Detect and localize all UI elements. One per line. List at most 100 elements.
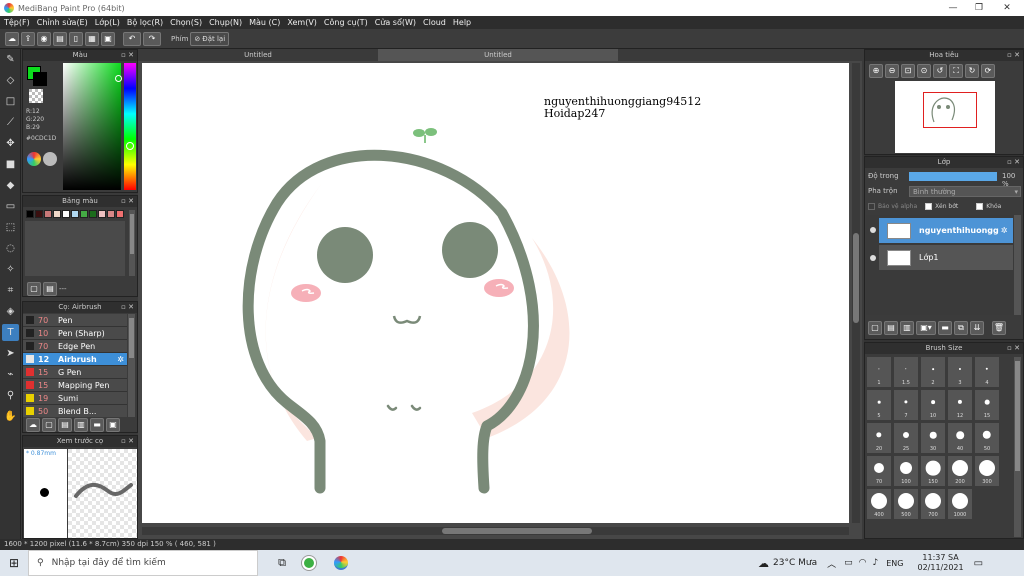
app-icon-1[interactable] <box>302 556 316 570</box>
add-layer-menu-icon[interactable]: ▣▾ <box>916 321 936 335</box>
fill-rect-tool-icon[interactable]: ■ <box>2 156 19 173</box>
brush-size-cell[interactable]: 70 <box>867 456 891 486</box>
menu-help[interactable]: Help <box>453 18 471 27</box>
brush-size-cell[interactable]: 30 <box>921 423 945 453</box>
brush-item[interactable]: 15 G Pen <box>23 366 127 379</box>
rotate-left-icon[interactable]: ↺ <box>933 64 947 78</box>
zoom-in-icon[interactable]: ⊕ <box>869 64 883 78</box>
reset-view-icon[interactable]: ⟳ <box>981 64 995 78</box>
brush-size-cell[interactable]: 200 <box>948 456 972 486</box>
document-icon[interactable]: ▯ <box>69 31 83 46</box>
layer-visibility-icon[interactable] <box>870 255 876 261</box>
brush-size-cell[interactable]: 10 <box>921 390 945 420</box>
delete-layer-icon[interactable]: 🗑 <box>992 321 1006 335</box>
close-icon[interactable]: ▫ ✕ <box>1007 157 1020 168</box>
medibang-taskbar-icon[interactable] <box>334 556 348 570</box>
tab-untitled-1[interactable]: Untitled <box>138 49 378 61</box>
background-color-swatch[interactable] <box>33 72 47 86</box>
brush-size-cell[interactable]: 700 <box>921 489 945 519</box>
chevron-up-icon[interactable]: ︿ <box>827 557 836 570</box>
gear-icon[interactable]: ✲ <box>117 355 124 364</box>
divide-tool-icon[interactable]: ⌁ <box>2 366 19 383</box>
windows-start-icon[interactable]: ⊞ <box>0 556 28 570</box>
saturation-value-picker[interactable] <box>63 63 121 190</box>
brush-folder-icon[interactable]: ▬ <box>90 418 104 432</box>
drawing-canvas[interactable]: nguyenthihuonggiang94512 Hoidap247 <box>142 63 849 523</box>
brush-item[interactable]: 12 Airbrush ✲ <box>23 353 127 366</box>
grid-icon[interactable]: ▦ <box>85 31 99 46</box>
color-swatch[interactable] <box>71 210 79 218</box>
close-icon[interactable]: ▫ ✕ <box>121 302 134 313</box>
brush-size-cell[interactable]: 12 <box>948 390 972 420</box>
menu-color[interactable]: Màu (C) <box>249 18 280 27</box>
brush-item[interactable]: 15 Mapping Pen <box>23 379 127 392</box>
color-swatch[interactable] <box>89 210 97 218</box>
color-swatch[interactable] <box>26 210 34 218</box>
menu-view[interactable]: Xem(V) <box>287 18 317 27</box>
network-icon[interactable]: ◠ <box>859 558 867 568</box>
undo-icon[interactable]: ↶ <box>123 31 141 46</box>
color-swatch[interactable] <box>53 210 61 218</box>
color-swatch[interactable] <box>107 210 115 218</box>
lock-checkbox[interactable] <box>976 203 984 210</box>
brush-size-cell[interactable]: 15 <box>975 390 999 420</box>
navigator-thumbnail[interactable] <box>895 81 995 153</box>
reset-button[interactable]: ⊘ Đặt lại <box>190 31 230 46</box>
brush-item[interactable]: 70 Edge Pen <box>23 340 127 353</box>
shape-tool-icon[interactable]: □ <box>2 93 19 110</box>
vertical-scrollbar[interactable] <box>852 63 860 523</box>
magic-wand-tool-icon[interactable]: ✧ <box>2 261 19 278</box>
new-brush-icon[interactable]: ▢ <box>42 418 56 432</box>
brush-item[interactable]: 19 Sumi <box>23 392 127 405</box>
new-palette-icon[interactable]: ▢ <box>27 282 41 296</box>
brush-size-cell[interactable]: 4 <box>975 357 999 387</box>
close-icon[interactable]: ▫ ✕ <box>121 50 134 61</box>
text-tool-icon[interactable]: T <box>2 324 19 341</box>
brush-size-cell[interactable]: 300 <box>975 456 999 486</box>
comment-icon[interactable]: ◉ <box>37 31 51 46</box>
hue-slider[interactable] <box>124 63 136 190</box>
menu-snap[interactable]: Chụp(N) <box>209 18 242 27</box>
color-swatch[interactable] <box>80 210 88 218</box>
task-view-icon[interactable]: ⧉ <box>268 556 296 570</box>
new-layer-icon[interactable]: ▢ <box>868 321 882 335</box>
merge-layer-icon[interactable]: ⇊ <box>970 321 984 335</box>
brush-size-cell[interactable]: 100 <box>894 456 918 486</box>
brush-size-cell[interactable]: 500 <box>894 489 918 519</box>
eraser-tool-icon[interactable]: ◇ <box>2 72 19 89</box>
line-tool-icon[interactable]: ⟋ <box>2 114 19 131</box>
add-brush-icon[interactable]: ▤ <box>58 418 72 432</box>
taskbar-search-box[interactable]: ⚲ Nhập tại đây để tìm kiếm <box>28 550 258 576</box>
brush-size-cell[interactable]: 400 <box>867 489 891 519</box>
brush-item[interactable]: 50 Blend B... <box>23 405 127 417</box>
menu-tools[interactable]: Công cụ(T) <box>324 18 368 27</box>
zoom-reset-icon[interactable]: ⊙ <box>917 64 931 78</box>
hand-tool-icon[interactable]: ✋ <box>2 408 19 425</box>
brush-item[interactable]: 70 Pen <box>23 314 127 327</box>
close-icon[interactable]: ▫ ✕ <box>1007 50 1020 61</box>
brush-size-cell[interactable]: 2 <box>921 357 945 387</box>
menu-layer[interactable]: Lớp(L) <box>95 18 120 27</box>
delete-brush-icon[interactable]: ▣ <box>106 418 120 432</box>
tab-untitled-2[interactable]: Untitled <box>378 49 618 61</box>
layer-visibility-icon[interactable] <box>870 227 876 233</box>
layer-row[interactable]: nguyenthihuongg ✲ <box>879 218 1013 243</box>
brush-size-cell[interactable]: 40 <box>948 423 972 453</box>
brush-size-cell[interactable]: 20 <box>867 423 891 453</box>
brush-size-cell[interactable]: 25 <box>894 423 918 453</box>
operation-tool-icon[interactable]: ➤ <box>2 345 19 362</box>
gradient-tool-icon[interactable]: ▭ <box>2 198 19 215</box>
brush-item[interactable]: 10 Pen (Sharp) <box>23 327 127 340</box>
move-tool-icon[interactable]: ✥ <box>2 135 19 152</box>
menu-window[interactable]: Cửa sổ(W) <box>375 18 416 27</box>
lasso-tool-icon[interactable]: ◌ <box>2 240 19 257</box>
color-swatch[interactable] <box>98 210 106 218</box>
clock-time[interactable]: 11:37 SA <box>917 553 963 563</box>
close-button[interactable]: ✕ <box>994 0 1020 16</box>
color-swatch[interactable] <box>116 210 124 218</box>
brush-settings-icon[interactable]: ▥ <box>74 418 88 432</box>
brush-size-cell[interactable]: 50 <box>975 423 999 453</box>
export-icon[interactable]: ⇪ <box>21 31 35 46</box>
new-halftone-layer-icon[interactable]: ▤ <box>884 321 898 335</box>
clip-checkbox[interactable] <box>925 203 933 210</box>
